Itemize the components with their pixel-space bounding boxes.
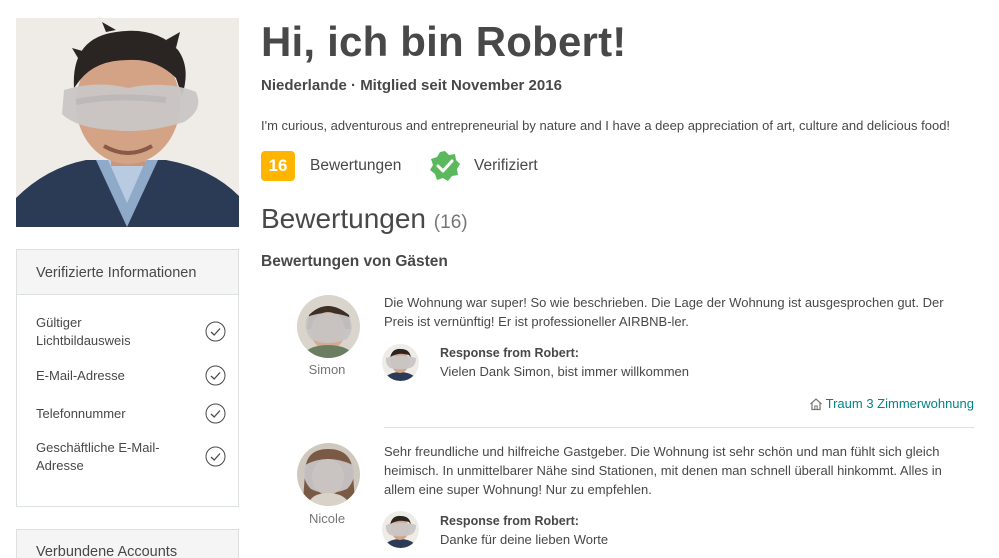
reviewer-name[interactable]: Simon [287,362,367,377]
check-circle-icon [205,403,226,424]
review-text: Die Wohnung war super! So wie beschriebe… [384,295,944,329]
verified-item-email: E-Mail-Adresse [36,365,226,386]
profile-about: I'm curious, adventurous and entrepreneu… [261,118,951,133]
reviewer-avatar[interactable] [297,443,360,506]
verified-item-label: Gültiger Lichtbildausweis [36,315,131,348]
listing-link[interactable]: Traum 3 Zimmerwohnung [809,396,974,411]
check-circle-icon [205,446,226,467]
connected-accounts-title: Verbundene Accounts [16,529,239,558]
reviews-title: Bewertungen [261,203,427,234]
host-avatar [382,344,419,381]
review-count-badge[interactable]: 16 [261,151,295,181]
review-text: Sehr freundliche und hilfreiche Gastgebe… [384,444,942,497]
response-title: Response from Robert: [440,346,579,360]
reviews-count: (16) [433,212,468,233]
verified-shield-check-icon [430,151,460,181]
reviews-section-title: Bewertungen (16) [261,203,468,235]
verified-label: Verifiziert [474,157,538,174]
review-divider [384,427,974,428]
verified-item-work-email: Geschäftliche E-Mail-Adresse [36,439,226,475]
host-avatar [382,511,419,548]
listing-name[interactable]: Traum 3 Zimmerwohnung [826,396,974,411]
response-title: Response from Robert: [440,514,579,528]
verified-info-panel: Verifizierte Informationen Gültiger Lich… [16,249,239,507]
check-circle-icon [205,321,226,342]
guest-reviews-heading: Bewertungen von Gästen [261,253,448,270]
response-text: Danke für deine lieben Worte [440,532,609,547]
verified-item-phone: Telefonnummer [36,403,226,424]
profile-photo [16,18,239,227]
reviewer-avatar[interactable] [297,295,360,358]
verified-info-title: Verifizierte Informationen [17,250,238,295]
verified-item-id: Gültiger Lichtbildausweis [36,314,226,350]
verified-item-label: Telefonnummer [36,406,126,421]
response-text: Vielen Dank Simon, bist immer willkommen [440,364,690,379]
verified-item-label: Geschäftliche E-Mail-Adresse [36,440,160,473]
check-circle-icon [205,365,226,386]
verified-item-label: E-Mail-Adresse [36,368,125,383]
page-title: Hi, ich bin Robert! [261,18,627,65]
reviews-link[interactable]: Bewertungen [310,157,401,175]
home-icon [809,397,822,410]
profile-subtitle: Niederlande · Mitglied seit November 201… [261,77,562,94]
reviewer-name[interactable]: Nicole [287,511,367,526]
